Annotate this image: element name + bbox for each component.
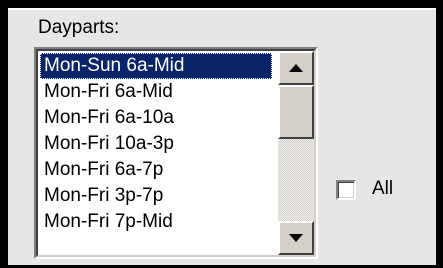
list-item-mon-sun-6a-mid[interactable]: Mon-Sun 6a-Mid (40, 53, 272, 79)
dayparts-label: Dayparts: (38, 17, 120, 38)
scroll-down-button[interactable] (278, 221, 314, 255)
vertical-scrollbar[interactable] (278, 51, 314, 255)
list-item-mon-fri-3p-7p[interactable]: Mon-Fri 3p-7p (40, 183, 272, 209)
triangle-down-icon (289, 234, 303, 242)
window-frame-left (0, 0, 8, 268)
dayparts-list: Mon-Sun 6a-Mid Mon-Fri 6a-Mid Mon-Fri 6a… (38, 51, 274, 255)
window-frame-top (0, 0, 443, 8)
scroll-up-button[interactable] (278, 51, 314, 85)
scrollbar-thumb[interactable] (278, 85, 314, 139)
window-frame-highlight (8, 8, 436, 10)
dayparts-listbox[interactable]: Mon-Sun 6a-Mid Mon-Fri 6a-Mid Mon-Fri 6a… (34, 47, 318, 259)
list-item-mon-fri-6a-7p[interactable]: Mon-Fri 6a-7p (40, 157, 272, 183)
triangle-up-icon (289, 64, 303, 72)
window-frame-right (436, 0, 443, 268)
list-item-mon-fri-7p-mid[interactable]: Mon-Fri 7p-Mid (40, 209, 272, 235)
list-item-mon-fri-6a-mid[interactable]: Mon-Fri 6a-Mid (40, 79, 272, 105)
all-checkbox-label[interactable]: All (372, 177, 393, 201)
list-item-mon-fri-10a-3p[interactable]: Mon-Fri 10a-3p (40, 131, 272, 157)
dayparts-listbox-inner: Mon-Sun 6a-Mid Mon-Fri 6a-Mid Mon-Fri 6a… (36, 49, 316, 257)
list-item-mon-fri-6a-10a[interactable]: Mon-Fri 6a-10a (40, 105, 272, 131)
all-checkbox[interactable] (336, 180, 356, 200)
